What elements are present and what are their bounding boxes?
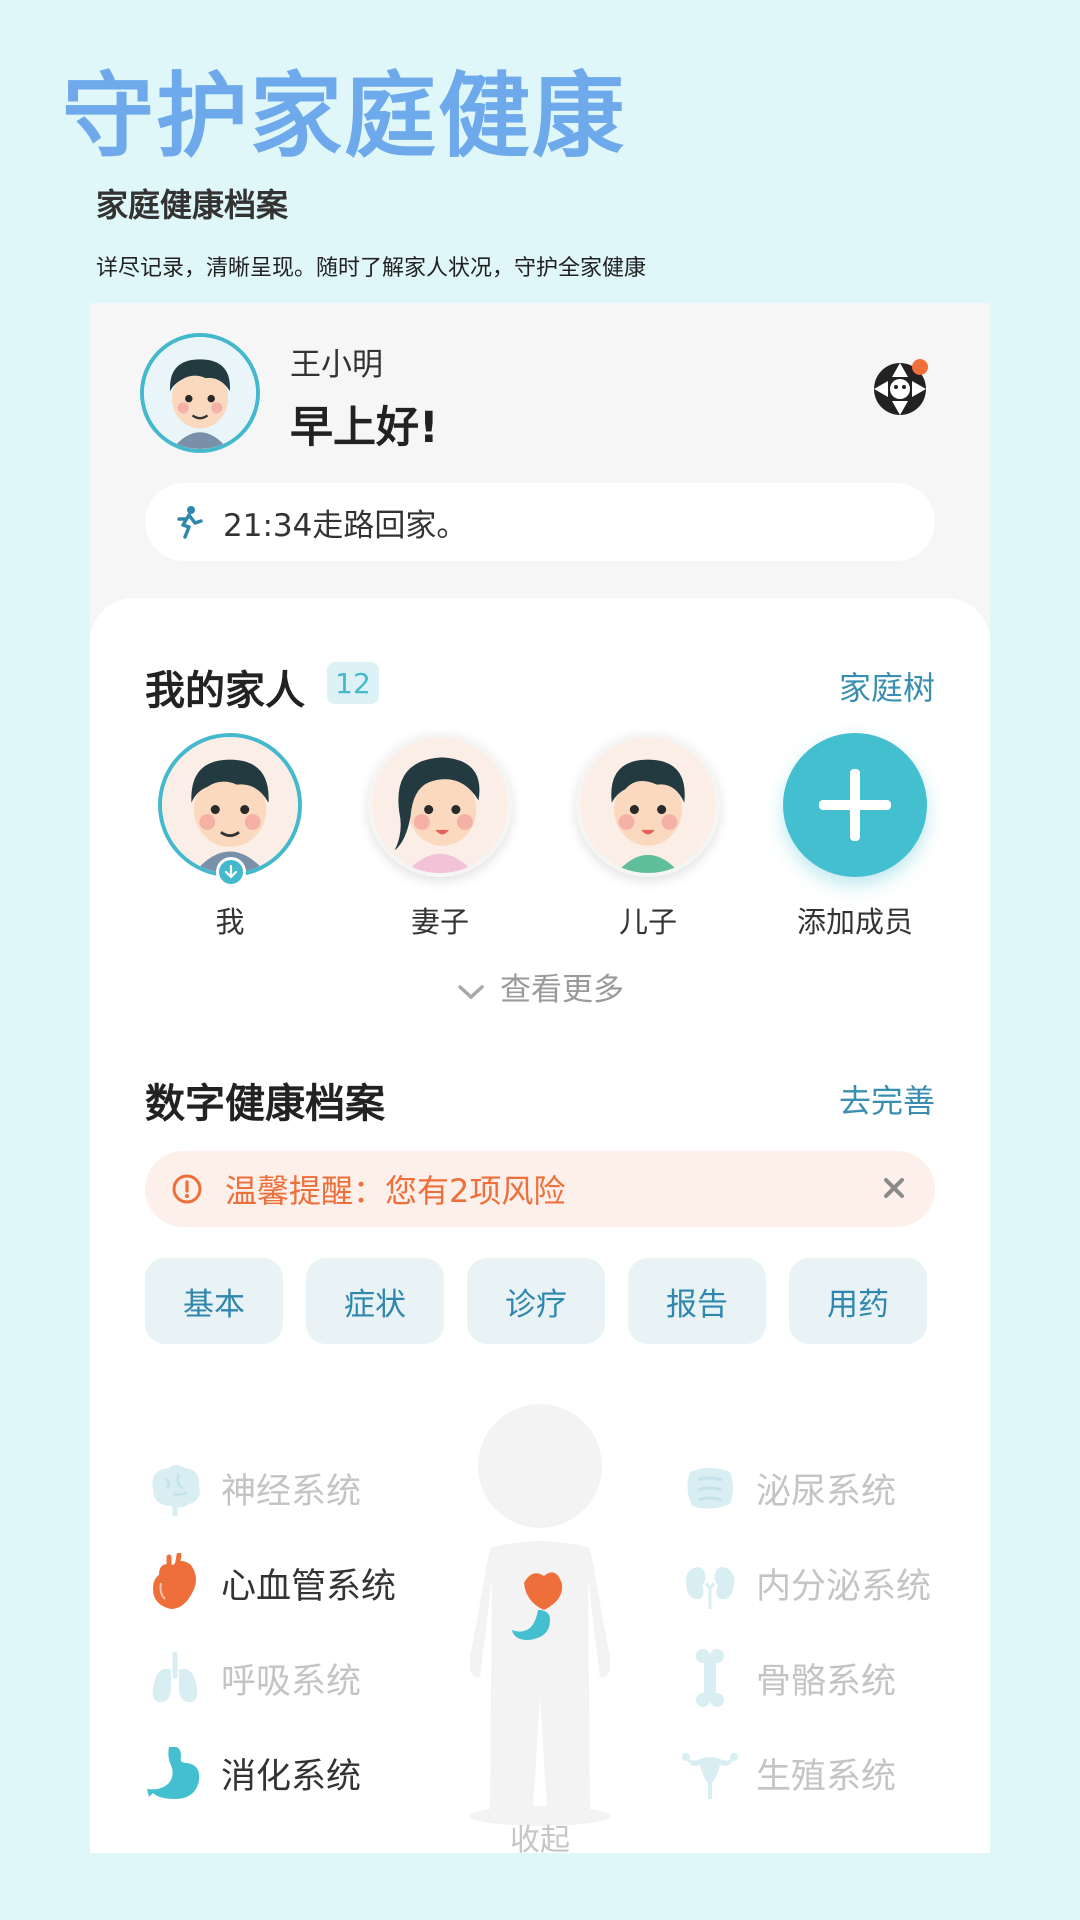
tab-basic[interactable]: 基本 [145, 1258, 283, 1344]
show-more-label: 查看更多 [500, 972, 624, 1008]
promo-title: 守护家庭健康 [62, 63, 627, 170]
user-name: 王小明 [290, 347, 383, 383]
warning-icon [172, 1174, 202, 1204]
system-label: 消化系统 [221, 1756, 362, 1797]
body-silhouette-icon [469, 1404, 611, 1826]
alert-text: 温馨提醒：您有2项风险 [225, 1172, 566, 1210]
show-more-button[interactable]: 查看更多 [90, 964, 990, 1009]
system-digestive[interactable]: 消化系统 [145, 1743, 361, 1803]
tab-symptoms[interactable]: 症状 [306, 1258, 444, 1344]
member-me[interactable]: 我 [155, 733, 305, 941]
stomach-icon [147, 1747, 200, 1799]
avatar [368, 733, 512, 877]
greeting-text: 早上好! [290, 403, 439, 453]
tab-medication[interactable]: 用药 [789, 1258, 927, 1344]
family-section-title: 我的家人 [145, 668, 305, 714]
chevron-down-icon [458, 984, 484, 999]
running-icon [177, 506, 203, 539]
lungs-icon [152, 1651, 198, 1703]
tab-reports[interactable]: 报告 [628, 1258, 766, 1344]
system-endocrine[interactable]: 内分泌系统 [680, 1553, 931, 1613]
add-member-button[interactable]: 添加成员 [780, 733, 930, 941]
brain-icon [152, 1465, 200, 1516]
main-card: 我的家人 12 家庭树 我 妻子 儿子 添加成员 查看更多 数字健康档案 去完善… [90, 598, 990, 1853]
collapse-button[interactable]: 收起 [90, 1815, 990, 1853]
tab-diagnosis[interactable]: 诊疗 [467, 1258, 605, 1344]
activity-text: 21:34走路回家。 [223, 507, 468, 544]
heart-icon [153, 1553, 196, 1609]
system-label: 神经系统 [221, 1471, 362, 1512]
intestine-icon [687, 1468, 733, 1509]
risk-alert[interactable]: 温馨提醒：您有2项风险 [145, 1151, 935, 1227]
uterus-icon [682, 1753, 738, 1799]
avatar [158, 733, 302, 877]
activity-status[interactable]: 21:34走路回家。 [145, 483, 935, 561]
system-cardiovascular[interactable]: 心血管系统 [145, 1553, 396, 1613]
member-label: 添加成员 [796, 905, 913, 939]
member-son[interactable]: 儿子 [573, 733, 723, 941]
member-label: 妻子 [410, 905, 469, 939]
system-label: 泌尿系统 [756, 1471, 897, 1512]
close-icon[interactable] [879, 1173, 909, 1203]
user-avatar[interactable] [140, 333, 260, 453]
system-label: 骨骼系统 [756, 1661, 897, 1702]
current-user-indicator-icon [216, 857, 246, 887]
kidney-icon [685, 1567, 735, 1609]
system-label: 心血管系统 [221, 1566, 397, 1607]
system-nervous[interactable]: 神经系统 [145, 1458, 361, 1518]
family-tree-link[interactable]: 家庭树 [839, 663, 935, 709]
system-reproductive[interactable]: 生殖系统 [680, 1743, 896, 1803]
promo-subtitle: 家庭健康档案 [96, 186, 289, 224]
avatar [576, 733, 720, 877]
scan-icon[interactable] [868, 355, 932, 419]
plus-icon [783, 733, 927, 877]
member-label: 儿子 [618, 905, 677, 939]
app-screen: 王小明 早上好! 21:34走路回家。 我的家人 12 家庭树 我 妻子 儿子 … [90, 303, 990, 1853]
complete-record-link[interactable]: 去完善 [839, 1076, 935, 1122]
system-respiratory[interactable]: 呼吸系统 [145, 1648, 361, 1708]
promo-description: 详尽记录，清晰呈现。随时了解家人状况，守护全家健康 [96, 256, 647, 281]
system-label: 生殖系统 [756, 1756, 897, 1797]
system-label: 内分泌系统 [756, 1566, 932, 1607]
record-tabs: 基本 症状 诊疗 报告 用药 [145, 1258, 950, 1344]
system-urinary[interactable]: 泌尿系统 [680, 1458, 896, 1518]
bone-icon [696, 1649, 724, 1707]
family-count-badge: 12 [327, 662, 379, 704]
health-record-title: 数字健康档案 [145, 1081, 385, 1127]
system-skeletal[interactable]: 骨骼系统 [680, 1648, 896, 1708]
system-label: 呼吸系统 [221, 1661, 362, 1702]
member-label: 我 [215, 905, 245, 939]
member-wife[interactable]: 妻子 [365, 733, 515, 941]
